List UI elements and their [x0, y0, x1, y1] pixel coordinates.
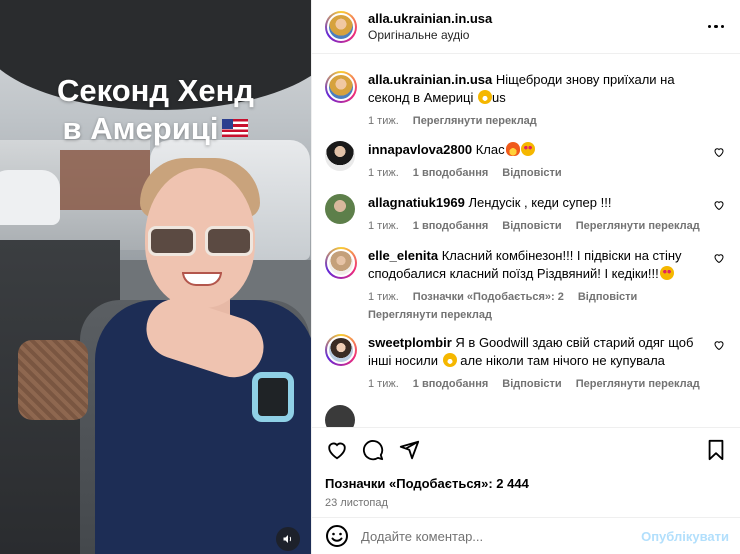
post-actions: Позначки «Подобається»: 2 444 23 листопа…: [312, 427, 740, 517]
heart-eyes-emoji-icon: [520, 142, 535, 156]
instagram-post: Секонд Хенд в Америці alla.ukrainian.in.…: [0, 0, 740, 554]
reply-link[interactable]: Відповісти: [502, 378, 561, 390]
comment-time[interactable]: 1 тиж.: [368, 291, 399, 303]
comments-list[interactable]: alla.ukrainian.in.usa Ніщеброди знову пр…: [312, 55, 740, 427]
video-overlay-title: Секонд Хенд в Америці: [0, 72, 311, 148]
reply-link[interactable]: Відповісти: [502, 167, 561, 179]
commenter-avatar[interactable]: [325, 405, 355, 427]
heart-eyes-emoji-icon: [659, 266, 674, 280]
comment-time[interactable]: 1 тиж.: [368, 167, 399, 179]
publish-button[interactable]: Опублікувати: [641, 529, 729, 544]
speaker-icon[interactable]: [276, 527, 300, 551]
us-flag-icon: [222, 119, 249, 137]
caption: alla.ukrainian.in.usa Ніщеброди знову пр…: [325, 71, 729, 127]
author-username[interactable]: alla.ukrainian.in.usa: [368, 11, 704, 27]
post-header: alla.ukrainian.in.usa Оригінальне аудіо: [312, 0, 740, 54]
emoji-picker-icon[interactable]: [325, 524, 349, 548]
overlay-line-1: Секонд Хенд: [56, 73, 254, 108]
author-avatar[interactable]: [325, 10, 357, 43]
translate-link[interactable]: Переглянути переклад: [368, 309, 492, 321]
comment-username[interactable]: elle_elenita: [368, 248, 438, 263]
comment-likes[interactable]: 1 вподобання: [413, 167, 488, 179]
comment-like-heart-icon[interactable]: [713, 146, 725, 158]
comment-like-heart-icon[interactable]: [713, 339, 725, 351]
comment-likes[interactable]: Позначки «Подобається»: 2: [413, 291, 564, 303]
reply-link[interactable]: Відповісти: [578, 291, 637, 303]
comment-like-heart-icon[interactable]: [713, 199, 725, 211]
comment-bubble-icon[interactable]: [361, 438, 385, 462]
comment-username[interactable]: allagnatiuk1969: [368, 195, 465, 210]
caption-time[interactable]: 1 тиж.: [368, 115, 399, 127]
commenter-avatar[interactable]: [325, 194, 355, 224]
commenter-avatar[interactable]: [325, 141, 355, 171]
comment-item-partial: [325, 405, 729, 427]
caption-suffix: us: [491, 90, 506, 105]
fire-emoji-icon: [505, 142, 520, 156]
like-heart-icon[interactable]: [325, 438, 349, 462]
commenter-avatar[interactable]: [325, 247, 357, 279]
likes-count[interactable]: Позначки «Подобається»: 2 444: [325, 476, 728, 491]
translate-link[interactable]: Переглянути переклад: [576, 220, 700, 232]
post-date[interactable]: 23 листопад: [325, 497, 728, 509]
comment-input[interactable]: [361, 528, 642, 544]
caption-author-avatar[interactable]: [325, 71, 357, 103]
overlay-line-2: в Америці: [62, 111, 219, 146]
translate-link[interactable]: Переглянути переклад: [576, 378, 700, 390]
comment-likes[interactable]: 1 вподобання: [413, 220, 488, 232]
comment-likes[interactable]: 1 вподобання: [413, 378, 488, 390]
comment-item: elle_elenita Класний комбінезон!!! І під…: [325, 247, 729, 321]
comment-time[interactable]: 1 тиж.: [368, 378, 399, 390]
comment-text: Лендусік , кеди супер !!!: [468, 195, 612, 210]
comment-username[interactable]: innapavlova2800: [368, 142, 472, 157]
comment-item: sweetplombir Я в Goodwill здаю свій стар…: [325, 334, 729, 390]
more-options-icon[interactable]: [704, 15, 728, 39]
original-audio-link[interactable]: Оригінальне аудіо: [368, 27, 704, 43]
comment-item: allagnatiuk1969 Лендусік , кеди супер !!…: [325, 194, 729, 232]
caption-translate-link[interactable]: Переглянути переклад: [413, 115, 537, 127]
comment-username[interactable]: sweetplombir: [368, 335, 452, 350]
bookmark-save-icon[interactable]: [704, 438, 728, 462]
comment-item: innapavlova2800 Клас 1 тиж. 1 вподобання…: [325, 141, 729, 179]
post-details-panel: alla.ukrainian.in.usa Оригінальне аудіо …: [311, 0, 740, 554]
comment-text: Клас: [475, 142, 505, 157]
comment-text-continued: але ніколи там нічого не купувала: [460, 353, 665, 368]
add-comment-bar: Опублікувати: [312, 517, 740, 554]
comment-like-heart-icon[interactable]: [713, 252, 725, 264]
grin-emoji-icon: [477, 90, 492, 104]
smiling-emoji-icon: [442, 353, 457, 367]
caption-username[interactable]: alla.ukrainian.in.usa: [368, 72, 492, 87]
reply-link[interactable]: Відповісти: [502, 220, 561, 232]
post-video[interactable]: Секонд Хенд в Америці: [0, 0, 311, 554]
comment-time[interactable]: 1 тиж.: [368, 220, 399, 232]
share-paper-plane-icon[interactable]: [397, 438, 421, 462]
commenter-avatar[interactable]: [325, 334, 357, 366]
